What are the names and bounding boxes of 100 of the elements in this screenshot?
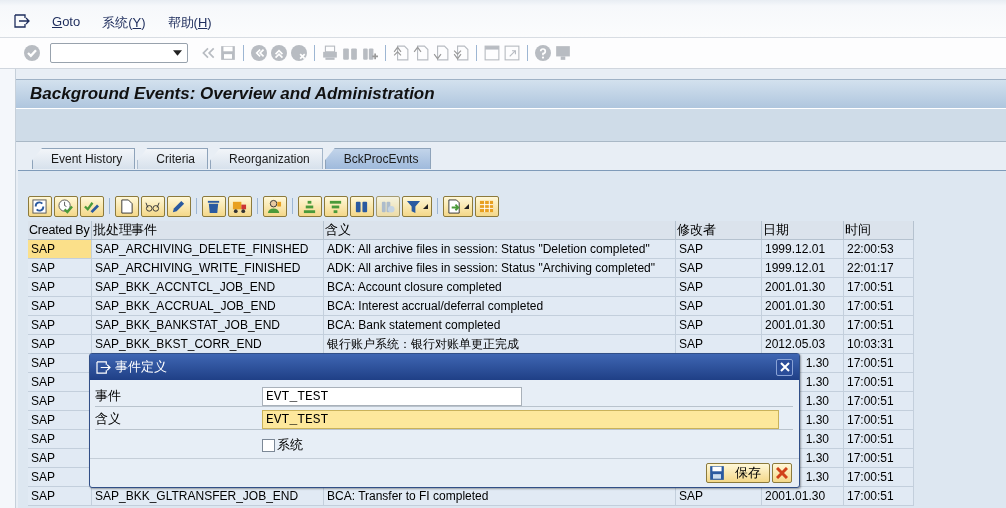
- table-cell: 22:00:53: [844, 240, 914, 259]
- tab[interactable]: Criteria: [137, 148, 209, 169]
- table-cell: 22:01:17: [844, 259, 914, 278]
- page-up-icon: [413, 45, 429, 61]
- table-cell: SAP: [28, 278, 92, 297]
- trash-icon: [206, 198, 221, 214]
- column-header[interactable]: 时间: [844, 221, 914, 240]
- column-header[interactable]: 修改者: [676, 221, 762, 240]
- table-cell: 2001.01.30: [762, 278, 844, 297]
- table-cell: 17:00:51: [844, 297, 914, 316]
- column-header[interactable]: 日期: [762, 221, 844, 240]
- new-window-icon: [484, 45, 500, 61]
- table-cell: SAP: [28, 316, 92, 335]
- table-cell: SAP: [28, 468, 92, 487]
- cancel-icon: [291, 45, 307, 61]
- input-field[interactable]: EVT_TEST: [262, 409, 779, 429]
- toolbar-button[interactable]: [202, 195, 226, 217]
- field-label: 事件: [95, 387, 122, 405]
- close-icon: [776, 467, 788, 479]
- menu-item[interactable]: 系统(Y): [102, 14, 146, 32]
- table-cell: 2012.05.03: [762, 335, 844, 354]
- close-button[interactable]: [776, 358, 793, 376]
- toolbar-button[interactable]: [141, 195, 165, 217]
- toolbar-button[interactable]: [115, 195, 139, 217]
- person-icon: [267, 198, 282, 214]
- table-cell: 17:00:51: [844, 430, 914, 449]
- table-cell: SAP: [28, 259, 92, 278]
- table-cell: SAP: [28, 240, 92, 259]
- table-cell: SAP: [676, 240, 762, 259]
- table-cell: 17:00:51: [844, 373, 914, 392]
- table-cell: ADK: All archive files in session: Status "Deletion completed": [324, 240, 676, 259]
- table-cell: SAP: [28, 430, 92, 449]
- toolbar-button[interactable]: [80, 195, 104, 217]
- sort-ascending-icon: [302, 198, 317, 214]
- table-cell: SAP: [28, 392, 92, 411]
- input-field[interactable]: EVT_TEST: [262, 386, 522, 406]
- toolbar-button[interactable]: [28, 195, 52, 217]
- toolbar-button[interactable]: [402, 195, 432, 217]
- table-cell: 17:00:51: [844, 487, 914, 506]
- save-icon: [709, 465, 725, 481]
- toolbar-button[interactable]: [167, 195, 191, 217]
- table-cell: SAP_BKK_ACCNTCL_JOB_END: [92, 278, 324, 297]
- table-cell: SAP: [676, 278, 762, 297]
- toolbar-button[interactable]: [228, 195, 252, 217]
- table-cell: SAP: [28, 335, 92, 354]
- page-first-icon: [393, 45, 409, 61]
- pencil-icon: [171, 198, 186, 214]
- layout-grid-icon: [479, 198, 494, 214]
- table-cell: SAP: [28, 297, 92, 316]
- tab[interactable]: BckProcEvnts: [324, 148, 432, 169]
- page-last-icon: [453, 45, 469, 61]
- shortcut-icon: [504, 45, 520, 61]
- table-cell: SAP: [28, 411, 92, 430]
- table-cell: SAP_BKK_BANKSTAT_JOB_END: [92, 316, 324, 335]
- table-cell: SAP: [28, 354, 92, 373]
- export-icon: [447, 198, 462, 214]
- close-icon: [779, 362, 790, 372]
- command-field[interactable]: [50, 43, 188, 63]
- table-cell: SAP: [676, 259, 762, 278]
- document-icon: [119, 198, 134, 214]
- table-cell: 17:00:51: [844, 392, 914, 411]
- table-cell: 2001.01.30: [762, 297, 844, 316]
- refresh-icon: [32, 198, 47, 214]
- save-button[interactable]: 保存: [706, 463, 770, 483]
- table-cell: 1999.12.01: [762, 259, 844, 278]
- menu-item[interactable]: Goto: [52, 14, 81, 29]
- field-label: 含义: [95, 410, 122, 428]
- column-header[interactable]: Created By: [28, 221, 92, 240]
- toolbar-button[interactable]: [350, 195, 374, 217]
- table-cell: 17:00:51: [844, 316, 914, 335]
- table-cell: 17:00:51: [844, 449, 914, 468]
- caret-icon: [173, 50, 182, 56]
- tab[interactable]: Event History: [32, 148, 136, 169]
- toolbar-button[interactable]: [263, 195, 287, 217]
- filter-icon: [406, 198, 421, 214]
- checkbox[interactable]: [262, 438, 275, 452]
- column-header[interactable]: 批处理事件: [92, 221, 324, 240]
- window-icon: [96, 360, 111, 374]
- table-cell: SAP: [28, 373, 92, 392]
- check-icon: [24, 45, 40, 61]
- table-cell: 1999.12.01: [762, 240, 844, 259]
- menu-icon: [14, 14, 30, 28]
- toolbar-button[interactable]: [443, 195, 473, 217]
- table-cell: SAP: [28, 487, 92, 506]
- table-cell: SAP_ARCHIVING_WRITE_FINISHED: [92, 259, 324, 278]
- table-cell: 2001.01.30: [762, 316, 844, 335]
- table-cell: 17:00:51: [844, 278, 914, 297]
- monitor-icon: [555, 45, 571, 61]
- menu-item[interactable]: 帮助(H): [167, 14, 212, 32]
- table-cell: SAP_BKK_ACCRUAL_JOB_END: [92, 297, 324, 316]
- cancel-button[interactable]: [772, 463, 792, 483]
- print-icon: [322, 45, 338, 61]
- column-header[interactable]: 含义: [324, 221, 676, 240]
- clock-check-icon: [58, 198, 73, 214]
- tab[interactable]: Reorganization: [210, 148, 323, 169]
- sort-descending-icon: [328, 198, 343, 214]
- page-title: Background Events: Overview and Administration: [30, 84, 435, 104]
- table-cell: SAP_ARCHIVING_DELETE_FINISHED: [92, 240, 324, 259]
- table-cell: ADK: All archive files in session: Status "Archiving completed": [324, 259, 676, 278]
- table-cell: BCA: Bank statement completed: [324, 316, 676, 335]
